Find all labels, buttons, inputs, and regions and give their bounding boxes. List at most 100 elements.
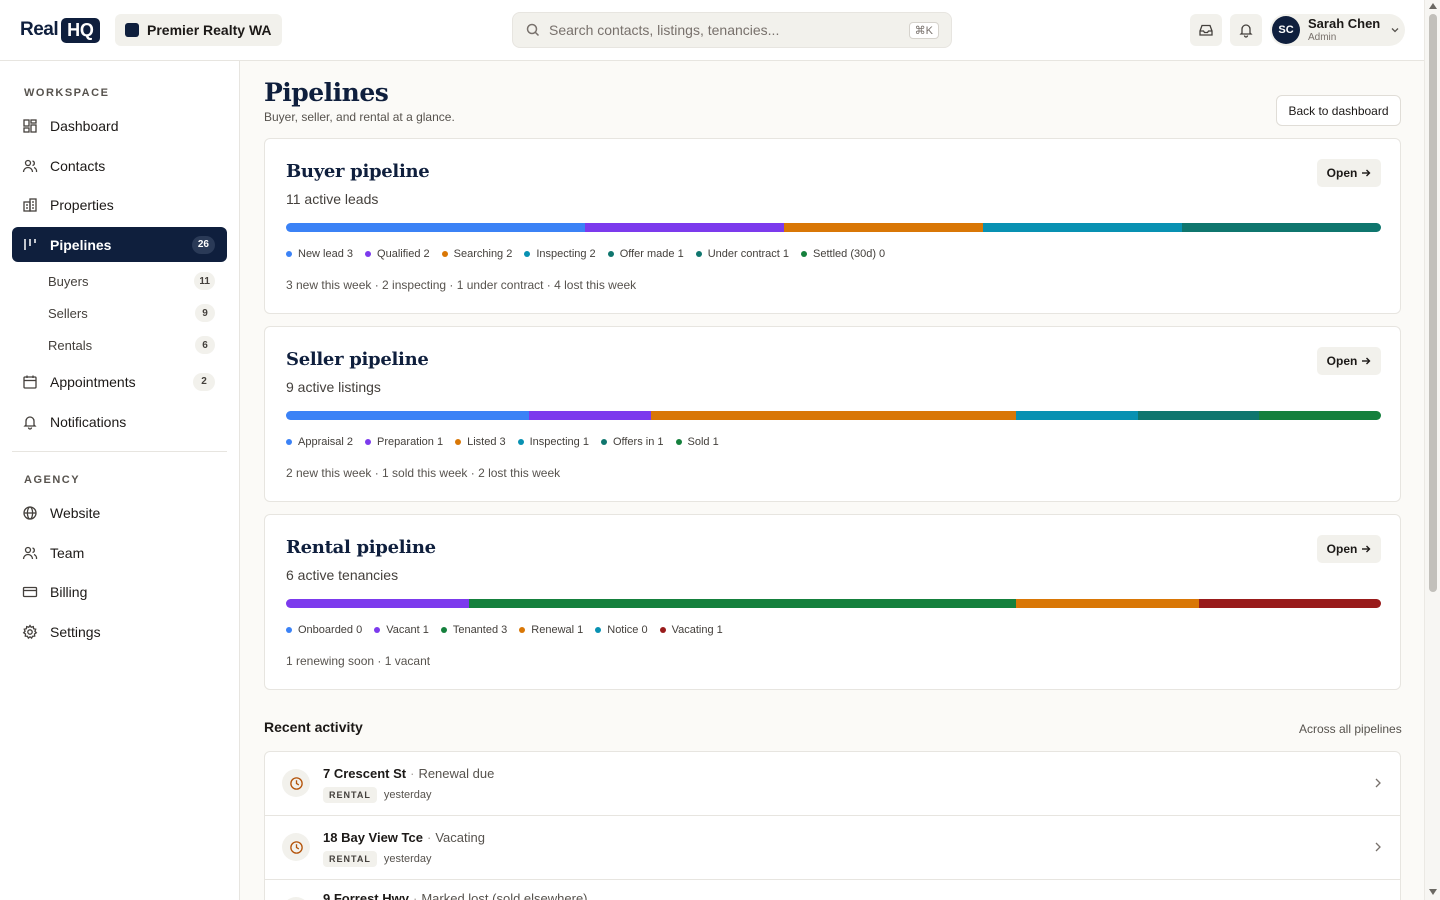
sidebar-item-label: Notifications	[50, 413, 127, 430]
activity-event: Marked lost (sold elsewhere)	[421, 891, 588, 900]
buyer-pipeline-card: Buyer pipeline 11 active leads Open New …	[264, 138, 1401, 314]
sidebar-item-contacts[interactable]: Contacts	[12, 148, 227, 183]
search-input[interactable]	[549, 22, 909, 38]
sidebar-item-appointments[interactable]: Appointments 2	[12, 364, 227, 399]
app-logo[interactable]: Real HQ	[20, 16, 100, 44]
scroll-down-arrow[interactable]	[1429, 889, 1437, 895]
search-shortcut: ⌘K	[908, 21, 939, 39]
scrollbar-thumb[interactable]	[1429, 14, 1437, 592]
legend-item: Settled (30d) 0	[801, 248, 885, 260]
pipeline-bar-segment	[1137, 411, 1260, 420]
sidebar-subitem-rentals[interactable]: Rentals 6	[48, 333, 215, 357]
globe-icon	[23, 505, 37, 520]
pipelines-count-badge: 26	[191, 235, 215, 254]
arrow-right-icon	[1362, 545, 1371, 553]
sidebar-item-dashboard[interactable]: Dashboard	[12, 108, 227, 143]
agency-switcher[interactable]: Premier Realty WA	[115, 14, 282, 46]
user-menu[interactable]: SC Sarah Chen Admin	[1270, 14, 1405, 46]
pipeline-bar-segment	[468, 599, 1016, 608]
legend-label: Notice 0	[607, 624, 648, 636]
legend-dot	[440, 627, 447, 633]
back-to-dashboard-button[interactable]: Back to dashboard	[1276, 95, 1401, 126]
pipeline-bar-segment	[1181, 223, 1381, 232]
pipeline-bar-segment	[286, 599, 469, 608]
legend-item: Qualified 2	[365, 248, 430, 260]
legend-dot	[524, 251, 531, 257]
legend-dot	[519, 627, 526, 633]
activity-row[interactable]: 18 Bay View Tce · Vacating RENTAL yesterda…	[265, 816, 1400, 880]
team-icon	[22, 546, 38, 559]
seller-pipeline-card: Seller pipeline 9 active listings Open A…	[264, 326, 1401, 502]
sidebar-item-notifications[interactable]: Notifications	[12, 404, 227, 439]
sidebar-item-label: Contacts	[50, 157, 106, 174]
agency-section-label: AGENCY	[24, 474, 81, 486]
activity-type-tag: RENTAL	[323, 851, 377, 867]
activity-row[interactable]: 7 Crescent St · Renewal due RENTAL yesterd…	[265, 752, 1400, 816]
user-role: Admin	[1308, 31, 1337, 43]
chevron-down-icon	[1391, 28, 1399, 33]
legend-item: Vacating 1	[659, 624, 723, 636]
pipeline-bar-segment	[286, 223, 585, 232]
pipeline-progress-bar	[286, 411, 1381, 420]
scroll-up-arrow[interactable]	[1429, 3, 1437, 9]
search-icon	[526, 23, 540, 37]
sidebar-item-billing[interactable]: Billing	[12, 574, 227, 609]
legend-item: Notice 0	[595, 624, 648, 636]
activity-event: Vacating	[435, 830, 485, 845]
pipeline-progress-bar	[286, 599, 1381, 608]
pipeline-legend: New lead 3 Qualified 2 Searching 2 Inspecti…	[286, 248, 885, 260]
legend-dot	[517, 439, 524, 445]
open-buyer-pipeline-button[interactable]: Open	[1317, 159, 1381, 187]
pipeline-title: Rental pipeline	[286, 537, 436, 558]
sidebar: WORKSPACE Dashboard Contacts Properties …	[0, 61, 240, 900]
sidebar-subitem-buyers[interactable]: Buyers 11	[48, 269, 215, 293]
legend-label: Vacant 1	[386, 624, 429, 636]
inbox-button[interactable]	[1190, 14, 1222, 46]
sidebar-item-pipelines[interactable]: Pipelines 26	[12, 227, 227, 262]
open-rental-pipeline-button[interactable]: Open	[1317, 535, 1381, 563]
dashboard-icon	[23, 118, 37, 133]
sidebar-item-website[interactable]: Website	[12, 495, 227, 530]
building-icon	[23, 197, 37, 212]
legend-item: Appraisal 2	[286, 436, 353, 448]
sidebar-item-label: Pipelines	[50, 236, 112, 253]
legend-dot	[286, 439, 292, 445]
sidebar-item-label: Dashboard	[50, 117, 119, 134]
activity-address: 7 Crescent St	[323, 766, 407, 781]
sidebar-item-properties[interactable]: Properties	[12, 187, 227, 222]
pipeline-legend: Appraisal 2 Preparation 1 Listed 3 Inspecti…	[286, 436, 719, 448]
open-seller-pipeline-button[interactable]: Open	[1317, 347, 1381, 375]
sidebar-item-team[interactable]: Team	[12, 535, 227, 570]
open-button-label: Open	[1326, 166, 1358, 180]
sidebar-item-label: Properties	[50, 196, 114, 213]
activity-row[interactable]: 9 Forrest Hwy · Marked lost (sold elsewher…	[265, 880, 1400, 900]
sidebar-subitem-sellers[interactable]: Sellers 9	[48, 301, 215, 325]
recent-activity-list: 7 Crescent St · Renewal due RENTAL yesterd…	[264, 751, 1401, 900]
activity-time: yesterday	[383, 853, 432, 865]
pipeline-bar-segment	[1198, 599, 1381, 608]
legend-label: Offer made 1	[619, 248, 684, 260]
legend-label: Sold 1	[687, 436, 719, 448]
legend-item: Inspecting 1	[517, 436, 589, 448]
legend-dot	[286, 251, 292, 257]
sidebar-subitem-label: Buyers	[48, 273, 89, 289]
pipeline-subtitle: 6 active tenancies	[286, 567, 399, 583]
page-scrollbar[interactable]	[1424, 0, 1440, 900]
page-title: Pipelines	[264, 78, 389, 107]
pipeline-bar-segment	[650, 411, 1016, 420]
sidebar-item-settings[interactable]: Settings	[12, 614, 227, 649]
activity-time: yesterday	[383, 789, 432, 801]
legend-label: Settled (30d) 0	[813, 248, 886, 260]
sidebar-item-label: Appointments	[50, 373, 136, 390]
pipeline-icon	[24, 238, 36, 250]
user-name: Sarah Chen	[1308, 16, 1381, 32]
search-bar[interactable]: ⌘K	[512, 12, 952, 48]
legend-item: Listed 3	[455, 436, 506, 448]
agency-name: Premier Realty WA	[147, 22, 272, 38]
legend-dot	[607, 251, 614, 257]
sidebar-item-label: Billing	[50, 583, 88, 600]
legend-dot	[675, 439, 682, 445]
notifications-button[interactable]	[1230, 14, 1262, 46]
chevron-right-icon	[1375, 842, 1381, 852]
pipeline-legend: Onboarded 0 Vacant 1 Tenanted 3 Renewal 1 No…	[286, 624, 723, 636]
